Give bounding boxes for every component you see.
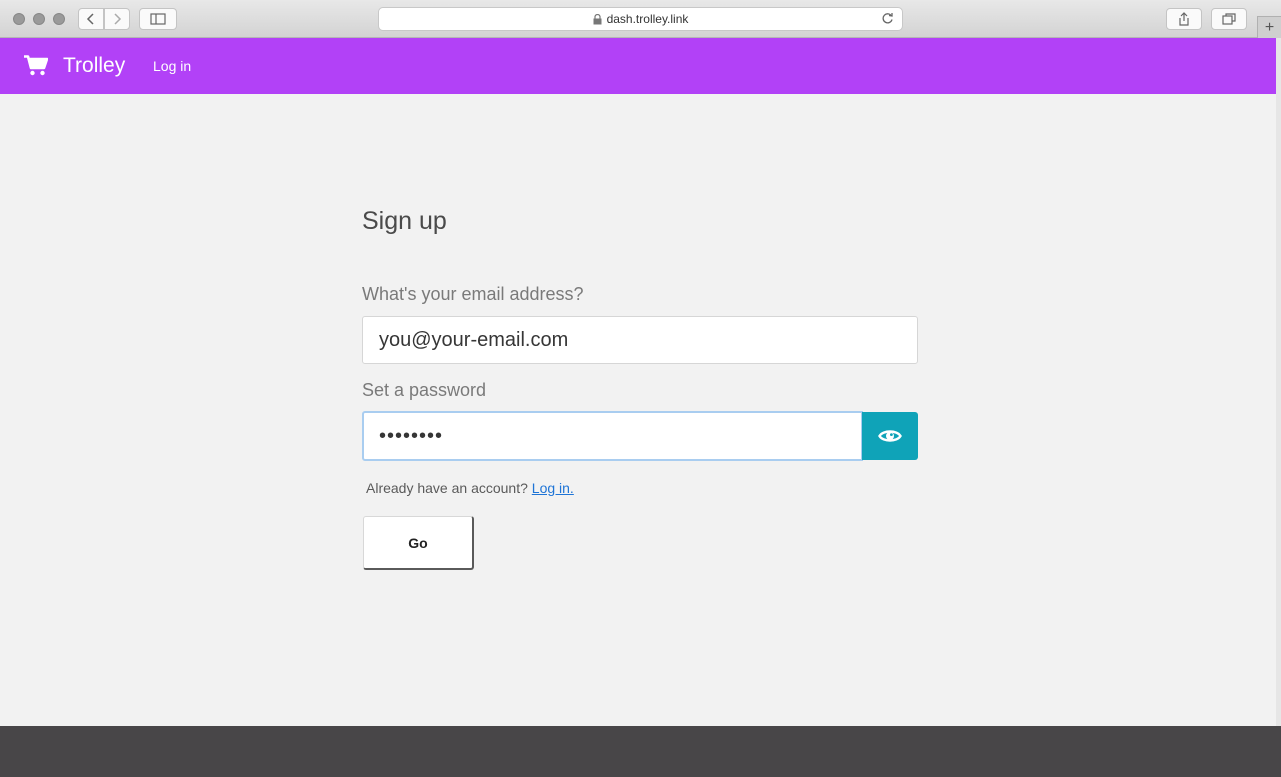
lock-icon	[593, 13, 602, 25]
forward-button[interactable]	[104, 8, 130, 30]
zoom-window-icon[interactable]	[53, 13, 65, 25]
chevron-right-icon	[114, 13, 122, 25]
login-link[interactable]: Log in.	[532, 480, 574, 496]
share-icon	[1179, 12, 1189, 26]
tabs-overview-button[interactable]	[1211, 8, 1247, 30]
login-hint: Already have an account? Log in.	[366, 480, 574, 496]
reload-icon[interactable]	[881, 12, 894, 28]
show-password-button[interactable]	[862, 412, 918, 460]
scrollbar[interactable]	[1276, 38, 1281, 728]
password-field[interactable]	[362, 411, 863, 461]
minimize-window-icon[interactable]	[33, 13, 45, 25]
chevron-left-icon	[86, 13, 94, 25]
eye-icon	[878, 430, 902, 442]
share-button[interactable]	[1166, 8, 1202, 30]
cart-icon[interactable]	[24, 55, 49, 81]
browser-toolbar: dash.trolley.link +	[0, 0, 1281, 38]
sidebar-icon	[150, 13, 166, 25]
address-bar[interactable]: dash.trolley.link	[378, 7, 903, 31]
app-navbar: Trolley Log in	[0, 38, 1280, 94]
sidebar-toggle-button[interactable]	[139, 8, 177, 30]
login-hint-text: Already have an account?	[366, 480, 528, 496]
email-field[interactable]	[362, 316, 918, 364]
tabs-icon	[1222, 13, 1236, 25]
go-button[interactable]: Go	[363, 516, 474, 570]
brand-name[interactable]: Trolley	[63, 54, 125, 78]
password-label: Set a password	[362, 380, 487, 400]
close-window-icon[interactable]	[13, 13, 25, 25]
page-footer	[0, 726, 1281, 777]
back-button[interactable]	[78, 8, 104, 30]
plus-icon: +	[1264, 18, 1275, 36]
nav-login-link[interactable]: Log in	[153, 58, 191, 74]
email-label: What's your email address?	[362, 284, 584, 304]
address-url: dash.trolley.link	[606, 12, 689, 26]
new-tab-button[interactable]: +	[1257, 16, 1281, 38]
page-title: Sign up	[362, 207, 447, 235]
